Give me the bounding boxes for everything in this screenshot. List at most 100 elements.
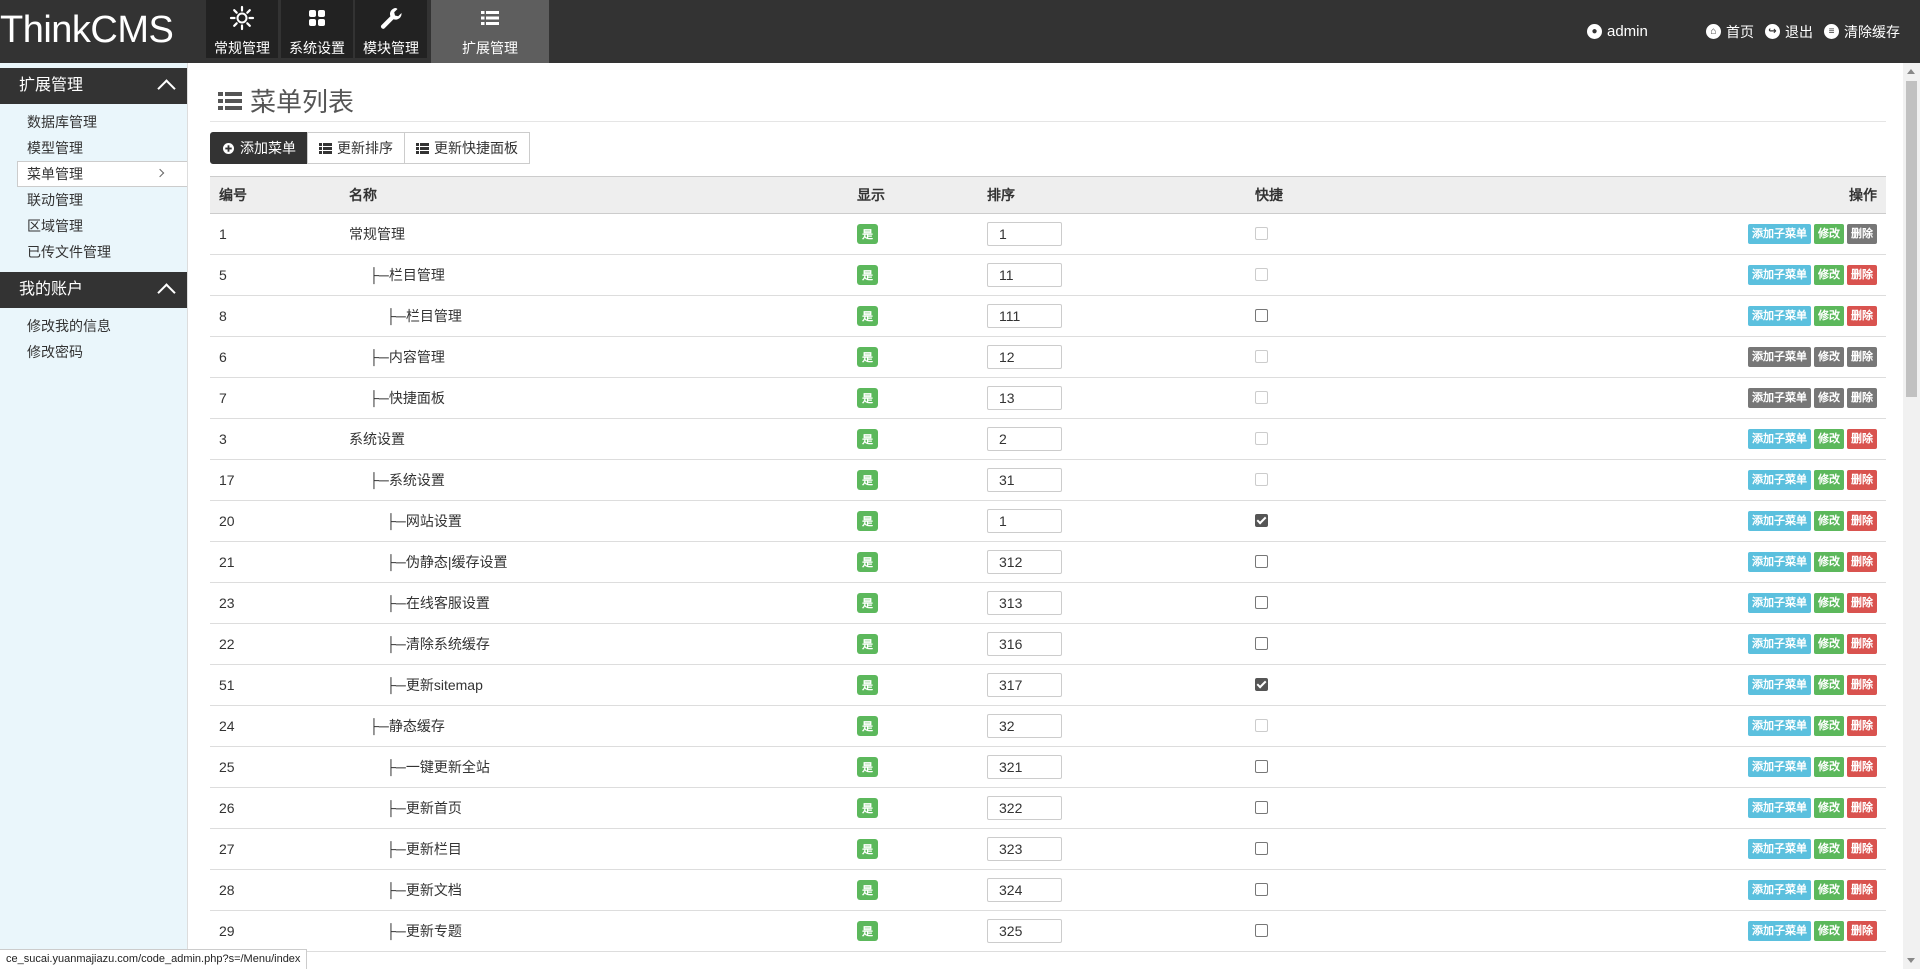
quick-checkbox[interactable]	[1255, 391, 1268, 404]
edit-button[interactable]: 修改	[1814, 265, 1844, 285]
delete-button[interactable]: 删除	[1847, 224, 1877, 244]
sort-input[interactable]	[987, 222, 1062, 246]
quick-checkbox[interactable]	[1255, 596, 1268, 609]
edit-button[interactable]: 修改	[1814, 347, 1844, 367]
add-submenu-button[interactable]: 添加子菜单	[1748, 306, 1811, 326]
quick-checkbox[interactable]	[1255, 842, 1268, 855]
sort-input[interactable]	[987, 673, 1062, 697]
sort-input[interactable]	[987, 632, 1062, 656]
delete-button[interactable]: 删除	[1847, 265, 1877, 285]
add-submenu-button[interactable]: 添加子菜单	[1748, 921, 1811, 941]
delete-button[interactable]: 删除	[1847, 675, 1877, 695]
clear-cache-link[interactable]: ≡ 清除缓存	[1824, 22, 1900, 42]
edit-button[interactable]: 修改	[1814, 839, 1844, 859]
sidebar-item-models[interactable]: 模型管理	[0, 135, 187, 161]
show-yes-badge[interactable]: 是	[857, 306, 878, 326]
show-yes-badge[interactable]: 是	[857, 921, 878, 941]
sort-input[interactable]	[987, 919, 1062, 943]
update-sort-button[interactable]: 更新排序	[307, 132, 405, 164]
add-submenu-button[interactable]: 添加子菜单	[1748, 511, 1811, 531]
edit-button[interactable]: 修改	[1814, 798, 1844, 818]
quick-checkbox[interactable]	[1255, 309, 1268, 322]
sidebar-item-edit-profile[interactable]: 修改我的信息	[0, 313, 187, 339]
delete-button[interactable]: 删除	[1847, 757, 1877, 777]
delete-button[interactable]: 删除	[1847, 429, 1877, 449]
quick-checkbox[interactable]	[1255, 678, 1268, 691]
quick-checkbox[interactable]	[1255, 514, 1268, 527]
scroll-down-arrow-icon[interactable]	[1907, 958, 1915, 963]
sidebar-item-linkage[interactable]: 联动管理	[0, 187, 187, 213]
sort-input[interactable]	[987, 591, 1062, 615]
show-yes-badge[interactable]: 是	[857, 265, 878, 285]
add-submenu-button[interactable]: 添加子菜单	[1748, 265, 1811, 285]
delete-button[interactable]: 删除	[1847, 593, 1877, 613]
edit-button[interactable]: 修改	[1814, 634, 1844, 654]
sort-input[interactable]	[987, 878, 1062, 902]
scrollbar[interactable]	[1903, 63, 1920, 969]
add-submenu-button[interactable]: 添加子菜单	[1748, 634, 1811, 654]
nav-system[interactable]: 系统设置	[281, 0, 353, 58]
sidebar-item-change-password[interactable]: 修改密码	[0, 339, 187, 365]
nav-general[interactable]: 常规管理	[206, 0, 278, 58]
add-submenu-button[interactable]: 添加子菜单	[1748, 880, 1811, 900]
sidebar-group-extensions[interactable]: 扩展管理	[0, 68, 187, 104]
delete-button[interactable]: 删除	[1847, 716, 1877, 736]
sort-input[interactable]	[987, 550, 1062, 574]
show-yes-badge[interactable]: 是	[857, 429, 878, 449]
sort-input[interactable]	[987, 263, 1062, 287]
delete-button[interactable]: 删除	[1847, 798, 1877, 818]
logout-link[interactable]: ↪ 退出	[1765, 22, 1813, 42]
sort-input[interactable]	[987, 386, 1062, 410]
edit-button[interactable]: 修改	[1814, 388, 1844, 408]
add-submenu-button[interactable]: 添加子菜单	[1748, 224, 1811, 244]
edit-button[interactable]: 修改	[1814, 429, 1844, 449]
add-submenu-button[interactable]: 添加子菜单	[1748, 716, 1811, 736]
delete-button[interactable]: 删除	[1847, 511, 1877, 531]
show-yes-badge[interactable]: 是	[857, 224, 878, 244]
delete-button[interactable]: 删除	[1847, 921, 1877, 941]
quick-checkbox[interactable]	[1255, 719, 1268, 732]
delete-button[interactable]: 删除	[1847, 470, 1877, 490]
delete-button[interactable]: 删除	[1847, 388, 1877, 408]
sort-input[interactable]	[987, 755, 1062, 779]
quick-checkbox[interactable]	[1255, 227, 1268, 240]
sort-input[interactable]	[987, 468, 1062, 492]
nav-modules[interactable]: 模块管理	[355, 0, 427, 58]
delete-button[interactable]: 删除	[1847, 552, 1877, 572]
quick-checkbox[interactable]	[1255, 883, 1268, 896]
show-yes-badge[interactable]: 是	[857, 675, 878, 695]
show-yes-badge[interactable]: 是	[857, 347, 878, 367]
add-submenu-button[interactable]: 添加子菜单	[1748, 839, 1811, 859]
sort-input[interactable]	[987, 509, 1062, 533]
add-submenu-button[interactable]: 添加子菜单	[1748, 757, 1811, 777]
edit-button[interactable]: 修改	[1814, 921, 1844, 941]
quick-checkbox[interactable]	[1255, 924, 1268, 937]
edit-button[interactable]: 修改	[1814, 511, 1844, 531]
add-submenu-button[interactable]: 添加子菜单	[1748, 429, 1811, 449]
sidebar-item-menus[interactable]: 菜单管理	[17, 161, 187, 187]
sidebar-item-regions[interactable]: 区域管理	[0, 213, 187, 239]
edit-button[interactable]: 修改	[1814, 470, 1844, 490]
nav-extensions[interactable]: 扩展管理	[431, 0, 549, 63]
edit-button[interactable]: 修改	[1814, 757, 1844, 777]
delete-button[interactable]: 删除	[1847, 634, 1877, 654]
show-yes-badge[interactable]: 是	[857, 880, 878, 900]
show-yes-badge[interactable]: 是	[857, 593, 878, 613]
delete-button[interactable]: 删除	[1847, 880, 1877, 900]
sidebar-item-uploads[interactable]: 已传文件管理	[0, 239, 187, 265]
quick-checkbox[interactable]	[1255, 473, 1268, 486]
edit-button[interactable]: 修改	[1814, 593, 1844, 613]
quick-checkbox[interactable]	[1255, 350, 1268, 363]
add-submenu-button[interactable]: 添加子菜单	[1748, 388, 1811, 408]
add-submenu-button[interactable]: 添加子菜单	[1748, 552, 1811, 572]
edit-button[interactable]: 修改	[1814, 306, 1844, 326]
show-yes-badge[interactable]: 是	[857, 716, 878, 736]
home-link[interactable]: ⌂ 首页	[1706, 22, 1754, 42]
quick-checkbox[interactable]	[1255, 555, 1268, 568]
add-submenu-button[interactable]: 添加子菜单	[1748, 347, 1811, 367]
show-yes-badge[interactable]: 是	[857, 798, 878, 818]
quick-checkbox[interactable]	[1255, 432, 1268, 445]
delete-button[interactable]: 删除	[1847, 839, 1877, 859]
quick-checkbox[interactable]	[1255, 760, 1268, 773]
show-yes-badge[interactable]: 是	[857, 388, 878, 408]
